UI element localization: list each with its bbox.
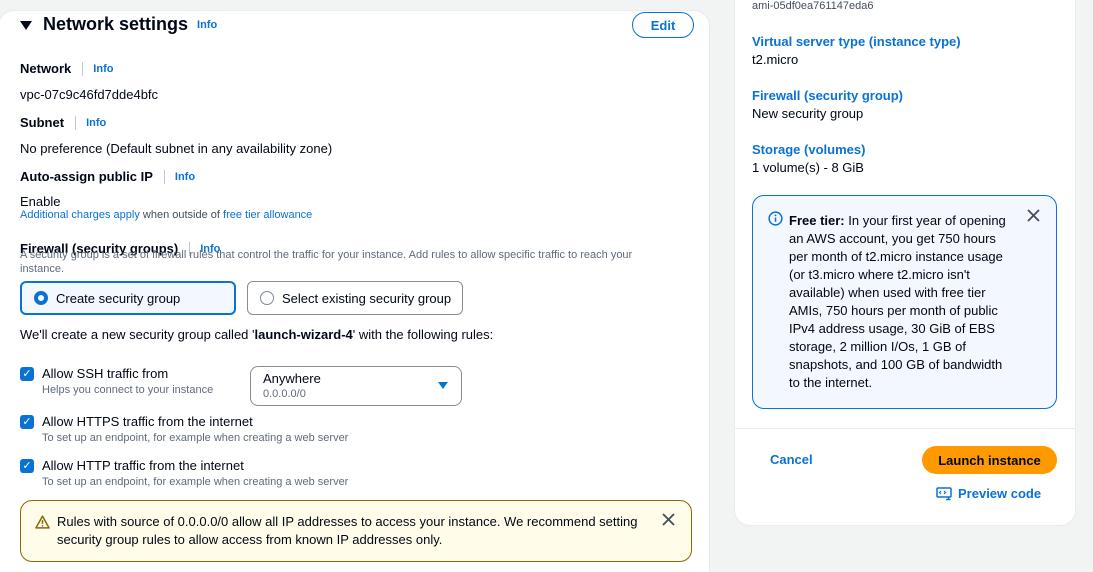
subnet-label: Subnet (20, 115, 65, 130)
divider (75, 115, 77, 130)
info-link[interactable]: Info (197, 19, 217, 31)
preview-code-button[interactable]: Preview code (936, 486, 1041, 501)
checkbox-checked[interactable]: ✓ (20, 367, 34, 381)
public-ip-value: Enable (20, 194, 61, 209)
rule-description: Helps you connect to your instance (42, 384, 214, 396)
subnet-info-link[interactable]: Info (86, 117, 106, 129)
rule-description: To set up an endpoint, for example when … (42, 476, 349, 488)
instance-type-link[interactable]: Virtual server type (instance type) (752, 34, 961, 49)
divider (82, 61, 84, 76)
radio-unselected[interactable] (260, 291, 274, 305)
info-icon (768, 211, 783, 229)
network-label-row: Network Info (20, 61, 113, 76)
checkbox-checked[interactable]: ✓ (20, 415, 34, 429)
http-rule[interactable]: ✓ Allow HTTP traffic from the internet T… (20, 458, 348, 490)
free-tier-text: Free tier: In your first year of opening… (789, 212, 1014, 392)
dropdown-caret-icon[interactable] (438, 382, 448, 389)
divider (163, 169, 165, 184)
public-ip-label-row: Auto-assign public IP Info (20, 169, 195, 184)
additional-charges-link[interactable]: Additional charges apply (20, 209, 140, 221)
close-icon[interactable] (1027, 209, 1040, 225)
firewall-summary-link[interactable]: Firewall (security group) (752, 88, 903, 103)
charges-middle-text: when outside of (139, 209, 224, 221)
edit-button[interactable]: Edit (632, 12, 694, 38)
ami-id: ami-05df0ea761147eda6 (752, 0, 874, 12)
storage-summary-link[interactable]: Storage (volumes) (752, 142, 865, 157)
open-ip-warning-alert: Rules with source of 0.0.0.0/0 allow all… (20, 500, 692, 562)
select-value: Anywhere (263, 371, 321, 386)
network-label: Network (20, 61, 72, 76)
warning-icon (35, 515, 50, 532)
charges-note: Additional charges apply when outside of… (20, 209, 312, 221)
free-tier-alert: Free tier: In your first year of opening… (752, 195, 1057, 409)
code-preview-icon (936, 486, 952, 500)
free-tier-allowance-link[interactable]: free tier allowance (223, 209, 312, 221)
https-rule[interactable]: ✓ Allow HTTPS traffic from the internet … (20, 414, 348, 446)
preview-code-label: Preview code (958, 486, 1042, 501)
ssh-source-select[interactable]: Anywhere 0.0.0.0/0 (250, 366, 462, 406)
network-info-link[interactable]: Info (93, 63, 113, 75)
network-settings-header[interactable]: Network settings Info (20, 14, 217, 35)
section-title: Network settings (43, 14, 189, 34)
rule-label: Allow SSH traffic from (42, 366, 169, 381)
public-ip-label: Auto-assign public IP (20, 169, 153, 184)
subnet-value: No preference (Default subnet in any ava… (20, 141, 333, 156)
public-ip-info-link[interactable]: Info (175, 171, 195, 183)
close-icon[interactable] (662, 513, 675, 529)
free-tier-body: In your first year of opening an AWS acc… (789, 213, 1006, 390)
cancel-button[interactable]: Cancel (770, 452, 813, 467)
subnet-label-row: Subnet Info (20, 115, 106, 130)
select-existing-security-group-option[interactable]: Select existing security group (247, 281, 463, 315)
firewall-description: A security group is a set of firewall ru… (20, 249, 633, 275)
sg-prefix: We'll create a new security group called… (20, 327, 255, 342)
instance-type-value: t2.micro (752, 52, 799, 67)
network-value: vpc-07c9c46fd7dde4bfc (20, 87, 159, 102)
create-security-group-option[interactable]: Create security group (20, 281, 236, 315)
rule-label: Allow HTTPS traffic from the internet (42, 414, 253, 429)
storage-summary-value: 1 volume(s) - 8 GiB (752, 160, 864, 175)
caret-down-icon[interactable] (20, 20, 32, 30)
firewall-summary-value: New security group (752, 106, 864, 121)
divider (735, 428, 1075, 429)
security-group-sentence: We'll create a new security group called… (20, 327, 493, 342)
option-label: Create security group (56, 290, 181, 306)
warning-text: Rules with source of 0.0.0.0/0 allow all… (57, 514, 638, 547)
ssh-rule[interactable]: ✓ Allow SSH traffic from Helps you conne… (20, 366, 213, 398)
sg-suffix: ' with the following rules: (352, 327, 494, 342)
radio-selected[interactable] (34, 291, 48, 305)
free-tier-title: Free tier: (789, 213, 845, 228)
sg-name: launch-wizard-4 (254, 327, 353, 342)
checkbox-checked[interactable]: ✓ (20, 459, 34, 473)
select-subtext: 0.0.0.0/0 (263, 388, 306, 400)
option-label: Select existing security group (282, 290, 452, 306)
rule-description: To set up an endpoint, for example when … (42, 432, 349, 444)
launch-instance-button[interactable]: Launch instance (922, 446, 1057, 474)
rule-label: Allow HTTP traffic from the internet (42, 458, 244, 473)
